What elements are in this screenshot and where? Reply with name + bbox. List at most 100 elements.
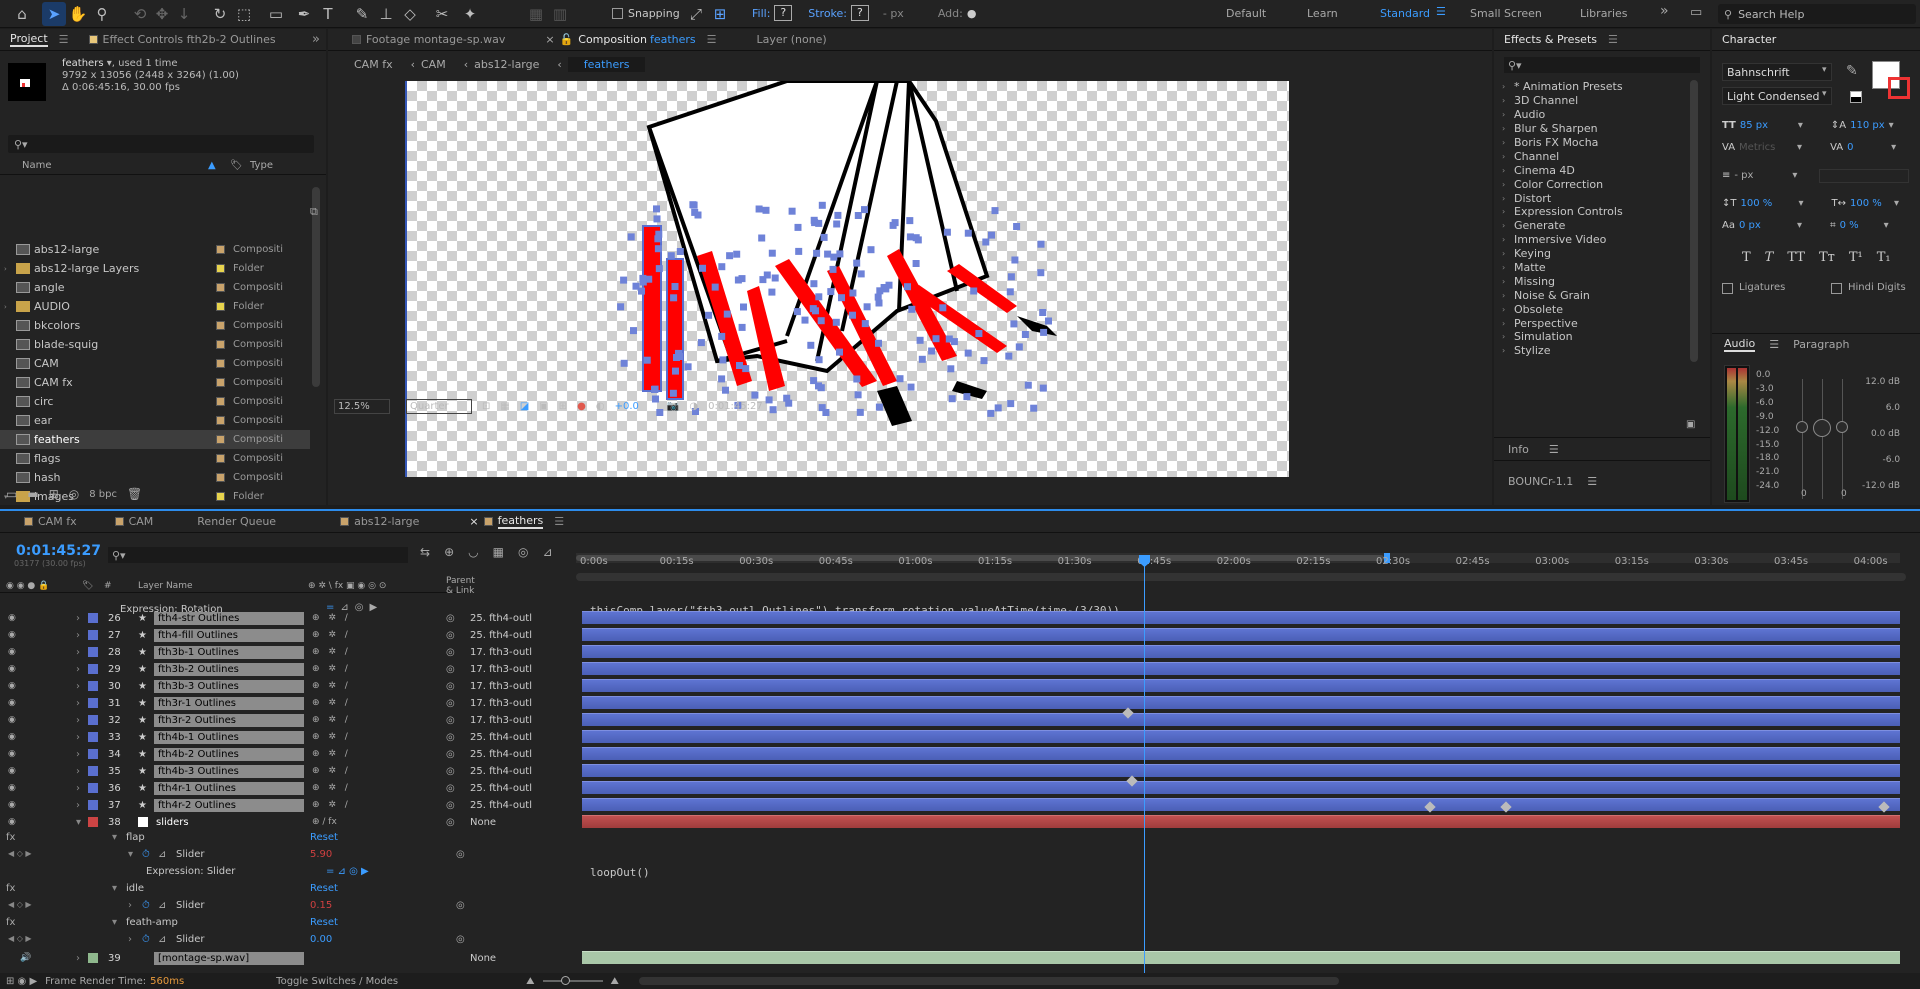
- layer-name[interactable]: fth4-str Outlines: [154, 611, 304, 625]
- lock-icon[interactable]: 🔓: [560, 33, 574, 46]
- project-item[interactable]: feathers Compositi: [0, 430, 310, 449]
- baseline-shift-value[interactable]: 0 px: [1739, 215, 1793, 237]
- project-item[interactable]: › abs12-large Layers Folder: [0, 259, 310, 278]
- layer-anchor-marker[interactable]: [982, 238, 990, 246]
- layer-anchor-marker[interactable]: [810, 280, 818, 288]
- interpret-footage-icon[interactable]: ▭: [6, 487, 17, 501]
- layer-anchor-marker[interactable]: [794, 223, 802, 231]
- label-color-swatch[interactable]: [216, 245, 225, 254]
- layer-anchor-marker[interactable]: [906, 233, 914, 241]
- layer-name[interactable]: fth4b-2 Outlines: [154, 747, 304, 761]
- property-value[interactable]: 0.15: [310, 900, 332, 911]
- expand-icon[interactable]: ›: [1502, 332, 1514, 341]
- layer-anchor-marker[interactable]: [718, 263, 726, 271]
- layer-row[interactable]: ◉ › 29 ★ fth3b-2 Outlines ⊕ ✲ / ◎ 17. fth3-outl: [0, 662, 532, 676]
- layer-anchor-marker[interactable]: [620, 359, 628, 367]
- effect-reset-link[interactable]: Reset: [310, 883, 338, 894]
- effect-header-row[interactable]: fx ▾ idle Reset: [0, 883, 470, 897]
- timeline-tab[interactable]: × feathers ☰: [459, 511, 574, 532]
- expand-icon[interactable]: ›: [76, 613, 80, 624]
- layer-name[interactable]: fth3r-1 Outlines: [154, 696, 304, 710]
- menu-icon[interactable]: ☰: [1549, 443, 1559, 456]
- bpc-label[interactable]: 8 bpc: [89, 489, 117, 500]
- layer-anchor-marker[interactable]: [836, 348, 843, 356]
- effect-header-row[interactable]: fx ▾ flap Reset: [0, 832, 470, 846]
- label-color-swatch[interactable]: [216, 359, 225, 368]
- layer-label-swatch[interactable]: [88, 715, 98, 725]
- effect-category[interactable]: › Immersive Video: [1502, 233, 1688, 247]
- rectangle-tool-icon[interactable]: ▭: [264, 2, 288, 26]
- layer-anchor-marker[interactable]: [740, 303, 747, 311]
- tab-effect-controls[interactable]: Effect Controls fth2b-2 Outlines: [79, 29, 286, 50]
- expand-icon[interactable]: ›: [76, 749, 80, 760]
- graph-editor-icon[interactable]: ⊿: [542, 545, 552, 559]
- project-item[interactable]: › AUDIO Folder: [0, 297, 310, 316]
- layer-name[interactable]: fth3b-1 Outlines: [154, 645, 304, 659]
- effect-category[interactable]: › Stylize: [1502, 344, 1688, 358]
- layer-anchor-marker[interactable]: [827, 288, 835, 296]
- expand-icon[interactable]: ›: [1502, 263, 1514, 272]
- small-caps-icon[interactable]: Tᴛ: [1819, 247, 1835, 269]
- slider-property-row[interactable]: ◀ ◇ ▶ › ⏱ ⊿ Slider 0.00 ◎: [0, 934, 470, 948]
- parent-select[interactable]: 25. fth4-outl: [470, 800, 546, 811]
- label-color-swatch[interactable]: [216, 283, 225, 292]
- expand-icon[interactable]: ›: [1502, 249, 1514, 258]
- layer-anchor-marker[interactable]: [654, 245, 662, 253]
- layer-row[interactable]: ◉ › 33 ★ fth4b-1 Outlines ⊕ ✲ / ◎ 25. fth4-outl: [0, 730, 532, 744]
- rotate-tool-icon[interactable]: ↻: [208, 2, 232, 26]
- audio-duration-bar[interactable]: [582, 951, 1900, 964]
- color-settings-icon[interactable]: ◎: [69, 487, 79, 501]
- graph-icon[interactable]: ⊿: [158, 900, 166, 911]
- layer-anchor-marker[interactable]: [690, 201, 698, 209]
- hand-tool-icon[interactable]: ✋: [66, 2, 90, 26]
- effect-category[interactable]: › Perspective: [1502, 316, 1688, 330]
- visibility-eye-icon[interactable]: ◉: [8, 783, 16, 793]
- puppet-tool-icon[interactable]: ✦: [458, 2, 482, 26]
- expand-icon[interactable]: ▾: [112, 883, 117, 894]
- layer-switches-icon[interactable]: ⊕ ✲ /: [312, 630, 351, 640]
- effects-search-input[interactable]: ⚲▾: [1504, 57, 1700, 73]
- timeline-zoom-slider[interactable]: [542, 976, 603, 985]
- layer-anchor-marker[interactable]: [964, 349, 972, 357]
- menu-icon[interactable]: ☰: [1769, 338, 1779, 351]
- tab-effects-presets[interactable]: Effects & Presets ☰: [1494, 29, 1628, 50]
- color-management-icon[interactable]: ◐: [596, 401, 605, 412]
- layer-name[interactable]: fth4b-3 Outlines: [154, 764, 304, 778]
- layer-name[interactable]: fth4-fill Outlines: [154, 628, 304, 642]
- layer-label-swatch[interactable]: [88, 664, 98, 674]
- layer-anchor-marker[interactable]: [854, 212, 862, 219]
- expand-icon[interactable]: ›: [76, 953, 80, 964]
- expression-controls-icon[interactable]: = ⊿ ◎ ▶: [326, 866, 369, 877]
- pan-behind-tool-icon[interactable]: ⬚: [232, 2, 256, 26]
- layer-anchor-marker[interactable]: [1015, 343, 1023, 351]
- faux-bold-icon[interactable]: T: [1742, 247, 1751, 269]
- layer-anchor-marker[interactable]: [1024, 381, 1032, 389]
- layer-anchor-marker[interactable]: [928, 347, 936, 355]
- kerning-value[interactable]: Metrics: [1739, 137, 1793, 159]
- toggle-switches-modes[interactable]: Toggle Switches / Modes: [276, 976, 398, 987]
- col-type-header[interactable]: Type: [250, 160, 273, 171]
- layer-row[interactable]: ◉ › 31 ★ fth3r-1 Outlines ⊕ ✲ / ◎ 17. fth3-outl: [0, 696, 532, 710]
- visibility-eye-icon[interactable]: ◉: [8, 749, 16, 759]
- layer-switches-icon[interactable]: ⊕ ✲ /: [312, 664, 351, 674]
- layer-duration-bar[interactable]: [582, 645, 1900, 658]
- layer-anchor-marker[interactable]: [906, 217, 914, 225]
- label-color-swatch[interactable]: [216, 435, 225, 444]
- expand-icon[interactable]: ›: [76, 715, 80, 726]
- layer-anchor-marker[interactable]: [916, 336, 924, 344]
- effect-category[interactable]: › Blur & Sharpen: [1502, 122, 1688, 136]
- audio-slider-right-knob[interactable]: [1836, 421, 1848, 433]
- effect-category[interactable]: › Boris FX Mocha: [1502, 136, 1688, 150]
- layer-anchor-marker[interactable]: [918, 355, 926, 363]
- info-label[interactable]: Info: [1508, 443, 1529, 456]
- parent-select[interactable]: 25. fth4-outl: [470, 732, 546, 743]
- expand-icon[interactable]: ›: [76, 681, 80, 692]
- brush-tool-icon[interactable]: ✎: [350, 2, 374, 26]
- layer-anchor-marker[interactable]: [809, 305, 817, 313]
- layer-anchor-marker[interactable]: [1039, 384, 1047, 392]
- stopwatch-icon[interactable]: ⏱: [142, 934, 150, 945]
- layer-row[interactable]: ◉ › 34 ★ fth4b-2 Outlines ⊕ ✲ / ◎ 25. fth4-outl: [0, 747, 532, 761]
- layer-anchor-marker[interactable]: [655, 230, 663, 238]
- property-value[interactable]: 0.00: [310, 934, 332, 945]
- home-icon[interactable]: ⌂: [10, 2, 34, 26]
